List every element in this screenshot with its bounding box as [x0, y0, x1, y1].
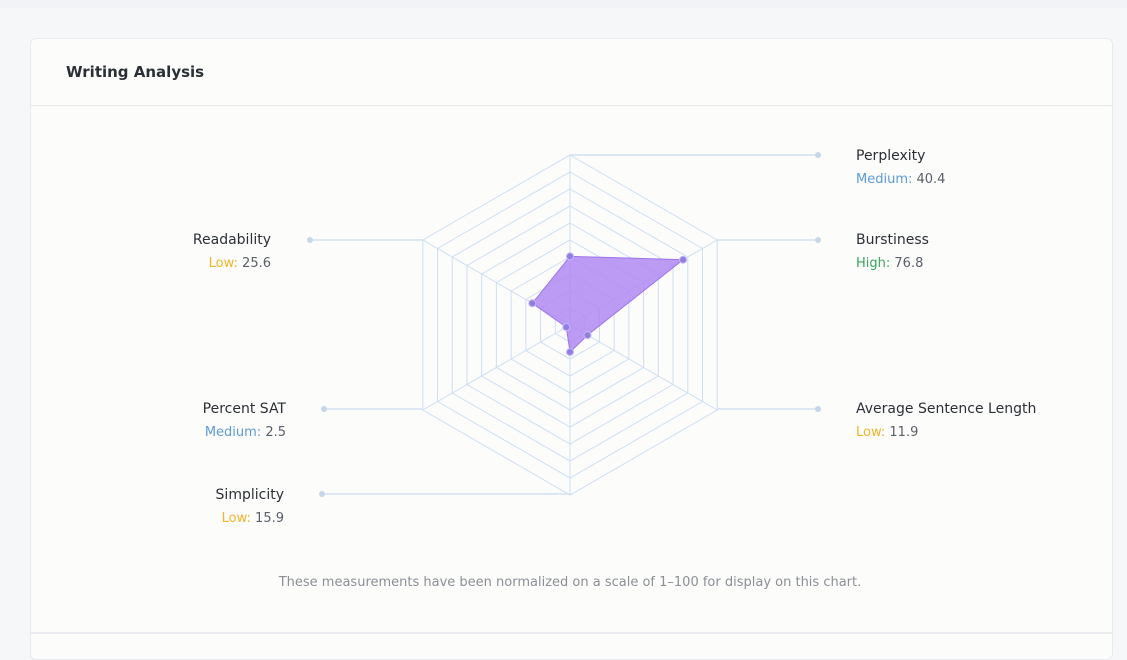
- metric-name-label: Perplexity: [856, 148, 925, 164]
- data-point: [528, 299, 537, 308]
- metric-value-label: Low: 11.9: [856, 425, 918, 440]
- metric-name-label: Simplicity: [216, 487, 284, 503]
- metric-value: 40.4: [912, 172, 945, 187]
- metric-level: Low:: [856, 425, 885, 440]
- metric-name-label: Percent SAT: [203, 401, 287, 417]
- leader-dot: [321, 406, 327, 412]
- metric-value-label: High: 76.8: [856, 256, 923, 271]
- leader-dot: [815, 152, 821, 158]
- metric-level: Low:: [209, 256, 238, 271]
- data-point: [583, 331, 592, 340]
- metric-value: 25.6: [238, 256, 271, 271]
- metric-value: 76.8: [890, 256, 923, 271]
- metric-value-label: Low: 25.6: [209, 256, 271, 271]
- metric-value: 15.9: [251, 511, 284, 526]
- metric-level: Medium:: [205, 425, 261, 440]
- metric-level: Low:: [222, 511, 251, 526]
- data-point: [562, 323, 571, 332]
- leader-dot: [319, 491, 325, 497]
- leader-dot: [307, 237, 313, 243]
- chart-footnote: These measurements have been normalized …: [278, 575, 862, 590]
- data-point: [679, 255, 688, 264]
- metric-level: High:: [856, 256, 890, 271]
- data-point: [566, 348, 574, 357]
- radar-chart: Perplexity Medium: 40.4 Burstiness High: 76…: [193, 148, 1036, 590]
- metric-name-label: Burstiness: [856, 232, 929, 248]
- metric-level: Medium:: [856, 172, 912, 187]
- metric-value-label: Medium: 2.5: [205, 425, 286, 440]
- metric-value-label: Low: 15.9: [222, 511, 284, 526]
- leader-dot: [815, 406, 821, 412]
- metric-value-label: Medium: 40.4: [856, 172, 945, 187]
- data-area: [531, 255, 685, 354]
- leader-dot: [815, 237, 821, 243]
- data-point: [566, 252, 574, 261]
- metric-name-label: Average Sentence Length: [856, 401, 1036, 417]
- metric-value: 11.9: [885, 425, 918, 440]
- metric-value: 2.5: [261, 425, 286, 440]
- metric-name-label: Readability: [193, 232, 271, 248]
